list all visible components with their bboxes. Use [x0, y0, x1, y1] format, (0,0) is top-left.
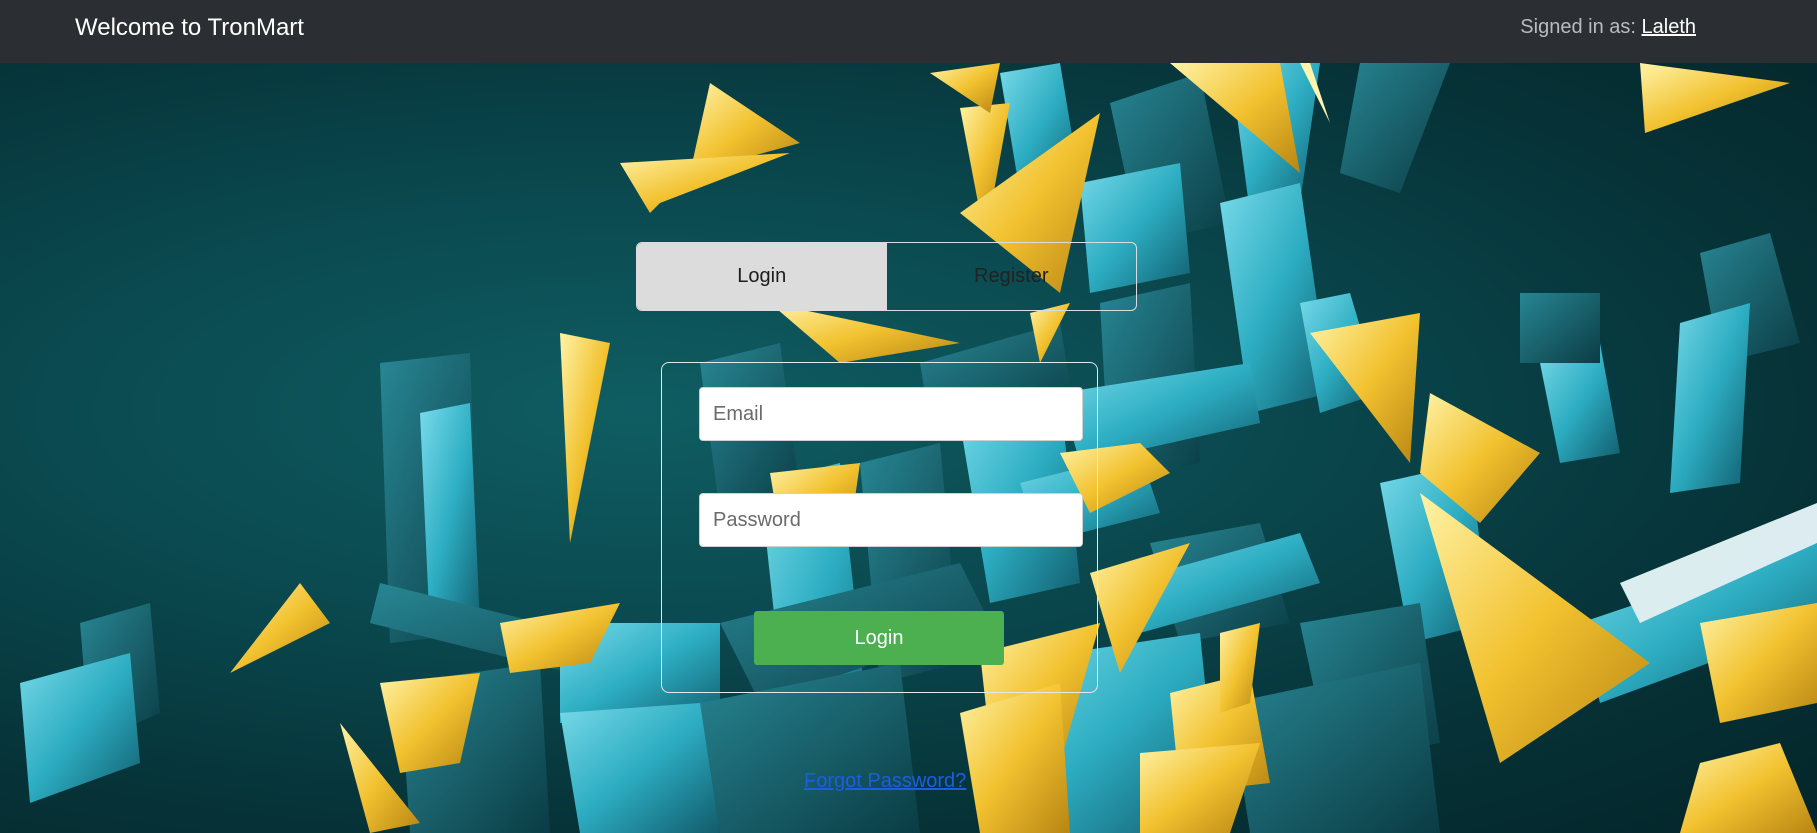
tab-register[interactable]: Register [887, 243, 1137, 310]
forgot-password-container: Forgot Password? [804, 770, 966, 793]
username-link[interactable]: Laleth [1642, 16, 1697, 38]
email-field[interactable] [699, 387, 1083, 441]
auth-tabs: Login Register [636, 242, 1137, 311]
top-navbar: Welcome to TronMart Signed in as: Laleth [0, 0, 1817, 63]
login-form: Login [661, 362, 1098, 693]
tab-login[interactable]: Login [637, 243, 887, 310]
forgot-password-link[interactable]: Forgot Password? [804, 770, 966, 792]
password-field[interactable] [699, 493, 1083, 547]
signed-in-status: Signed in as: Laleth [1520, 16, 1696, 39]
site-title: Welcome to TronMart [75, 14, 304, 41]
login-submit-button[interactable]: Login [754, 611, 1004, 665]
signed-in-label: Signed in as: [1520, 16, 1636, 38]
